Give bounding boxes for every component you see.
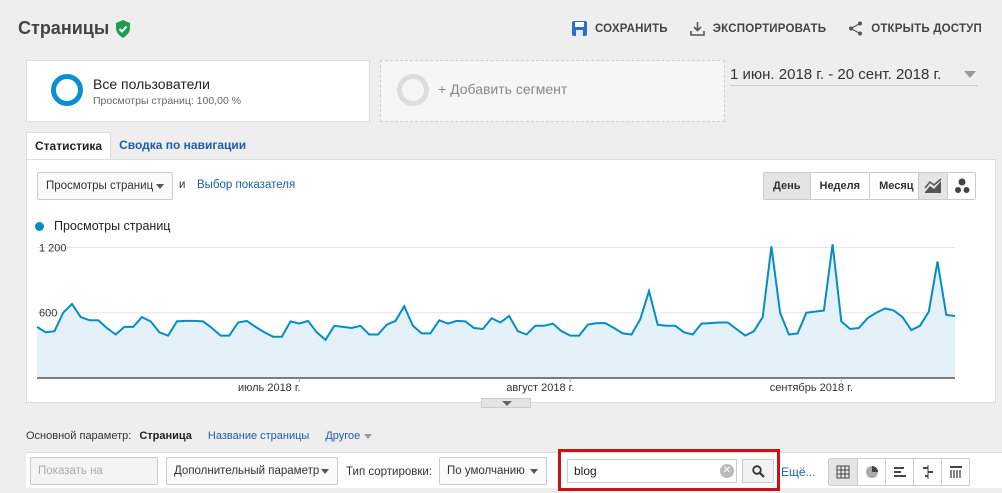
- search-value: blog: [574, 464, 597, 478]
- segment-name: Все пользователи: [93, 76, 210, 92]
- metric-select[interactable]: Просмотры страниц: [37, 172, 173, 200]
- period-day-button[interactable]: День: [764, 173, 810, 199]
- secondary-dimension-label: Дополнительный параметр: [174, 465, 320, 477]
- line-chart-button[interactable]: [919, 173, 947, 199]
- date-range-picker[interactable]: 1 июн. 2018 г. - 20 сент. 2018 г.: [730, 64, 978, 86]
- comparison-view-icon: [922, 465, 933, 479]
- advanced-search-link[interactable]: Ещё...: [781, 465, 816, 479]
- secondary-dimension-select[interactable]: Дополнительный параметр: [166, 457, 338, 485]
- period-month-button[interactable]: Месяц: [869, 173, 923, 199]
- page-title: Страницы: [18, 18, 131, 39]
- search-icon: [751, 464, 765, 478]
- pie-view-button[interactable]: [857, 459, 885, 485]
- chevron-down-icon: [321, 469, 329, 474]
- chevron-down-icon: [364, 433, 373, 439]
- share-button[interactable]: ОТКРЫТЬ ДОСТУП: [848, 21, 982, 36]
- y-tick-label: 1 200: [39, 242, 67, 254]
- x-tick-label: июль 2018 г.: [238, 382, 301, 394]
- search-button[interactable]: [742, 459, 774, 483]
- performance-view-icon: [893, 467, 906, 477]
- add-segment-label: + Добавить сегмент: [438, 81, 568, 97]
- chevron-down-icon: [530, 469, 538, 474]
- dimension-page-title[interactable]: Название страницы: [208, 430, 309, 442]
- date-range-text: 1 июн. 2018 г. - 20 сент. 2018 г.: [730, 66, 942, 83]
- period-switch: День Неделя Месяц: [763, 172, 924, 200]
- search-highlight-box: blog ✕: [558, 449, 780, 491]
- table-search-input[interactable]: blog: [567, 459, 737, 483]
- motion-chart-icon: [954, 178, 969, 193]
- plot-rows-label: Показать на диаграмме: [38, 465, 103, 493]
- download-icon: [689, 22, 705, 36]
- export-button[interactable]: ЭКСПОРТИРОВАТЬ: [689, 21, 827, 36]
- report-header: Страницы СОХРАНИТЬ ЭКСПОРТИРОВАТЬ ОТКРЫТ…: [0, 0, 1002, 58]
- segment-subtitle: Просмотры страниц: 100,00 %: [93, 95, 242, 107]
- dimension-page[interactable]: Страница: [139, 430, 192, 442]
- x-tick-label: сентябрь 2018 г.: [770, 382, 853, 394]
- line-chart-icon: [924, 178, 942, 193]
- plot-rows-button[interactable]: Показать на диаграмме: [30, 457, 158, 493]
- chart-panel: Просмотры страниц и Выбор показателя Ден…: [26, 159, 996, 408]
- chevron-down-icon: [156, 184, 164, 189]
- pie-view-icon: [865, 466, 878, 478]
- choose-metric-link[interactable]: Выбор показателя: [197, 179, 295, 191]
- save-label: СОХРАНИТЬ: [594, 22, 668, 35]
- table-view-icon: [836, 465, 850, 479]
- comparison-view-button[interactable]: [913, 459, 941, 485]
- pageviews-chart: 1 200 600 июль 2018 г. август 2018 г. сентяб…: [36, 242, 956, 394]
- report-tabs: Статистика Сводка по навигации: [26, 132, 254, 160]
- sort-type-value: По умолчанию: [447, 465, 525, 477]
- table-view-button[interactable]: [829, 459, 857, 485]
- clear-search-icon[interactable]: ✕: [720, 464, 734, 478]
- verified-shield-icon: [116, 19, 131, 38]
- sort-type-label: Тип сортировки:: [346, 466, 433, 478]
- metric-select-value: Просмотры страниц: [46, 180, 154, 192]
- export-label: ЭКСПОРТИРОВАТЬ: [712, 22, 827, 35]
- dimension-other-label: Другое: [325, 430, 361, 442]
- pivot-view-button[interactable]: [941, 459, 969, 485]
- chart-resize-handle[interactable]: [481, 398, 531, 408]
- table-view-switch: [828, 458, 970, 486]
- sort-type-select[interactable]: По умолчанию: [439, 457, 547, 485]
- segment-ring-icon: [51, 74, 83, 106]
- performance-view-button[interactable]: [885, 459, 913, 485]
- save-button[interactable]: СОХРАНИТЬ: [571, 21, 668, 36]
- motion-chart-button[interactable]: [947, 173, 975, 199]
- share-icon: [849, 21, 863, 36]
- tab-navigation-summary[interactable]: Сводка по навигации: [111, 132, 254, 160]
- chart-type-switch: [918, 172, 976, 200]
- tab-statistics[interactable]: Статистика: [26, 132, 112, 160]
- page-title-text: Страницы: [18, 18, 110, 38]
- x-tick-label: август 2018 г.: [506, 382, 574, 394]
- y-tick-label: 600: [39, 308, 57, 320]
- empty-segment-ring-icon: [397, 74, 429, 106]
- and-label: и: [179, 179, 186, 191]
- chevron-down-icon: [964, 71, 976, 78]
- dimension-other[interactable]: Другое: [325, 430, 373, 442]
- primary-dimension-bar: Основной параметр: Страница Название стр…: [26, 430, 373, 442]
- pivot-view-icon: [949, 466, 962, 478]
- primary-dimension-label: Основной параметр:: [26, 430, 132, 442]
- save-icon: [571, 21, 587, 36]
- share-label: ОТКРЫТЬ ДОСТУП: [871, 22, 982, 35]
- add-segment-button[interactable]: + Добавить сегмент: [380, 60, 725, 122]
- table-toolbar: Показать на диаграмме Дополнительный пар…: [26, 449, 1002, 493]
- segment-all-users[interactable]: Все пользователи Просмотры страниц: 100,…: [26, 60, 370, 122]
- period-week-button[interactable]: Неделя: [809, 173, 870, 199]
